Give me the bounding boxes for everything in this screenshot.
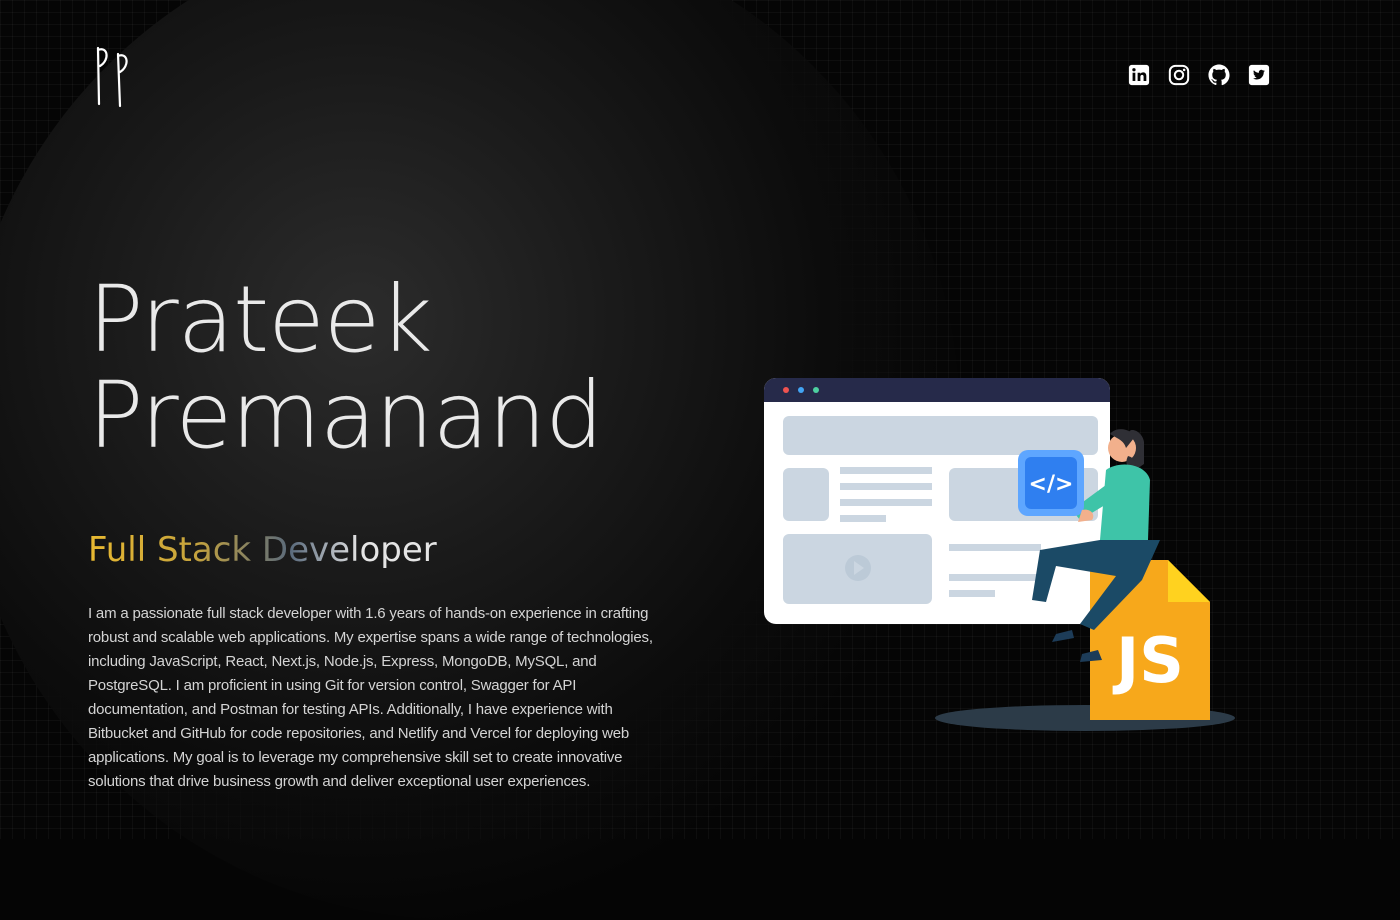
developer-illustration: JS </> (764, 378, 1235, 731)
linkedin-icon[interactable] (1128, 64, 1150, 86)
social-links (1128, 64, 1270, 86)
first-name: Prateek (88, 266, 433, 373)
bio-paragraph: I am a passionate full stack developer w… (88, 605, 653, 790)
code-badge-text: </> (1029, 472, 1074, 497)
js-badge-text: JS (1112, 624, 1184, 697)
twitter-icon[interactable] (1248, 64, 1270, 86)
github-icon[interactable] (1208, 64, 1230, 86)
hero-name: Prateek Premanand (88, 266, 604, 469)
instagram-icon[interactable] (1168, 64, 1190, 86)
code-badge: </> (1018, 450, 1084, 516)
logo-mark[interactable] (92, 44, 132, 108)
last-name: Premanand (88, 362, 604, 469)
js-file-illustration: JS (1090, 560, 1210, 720)
role-title: Full Stack Developer (88, 530, 437, 570)
